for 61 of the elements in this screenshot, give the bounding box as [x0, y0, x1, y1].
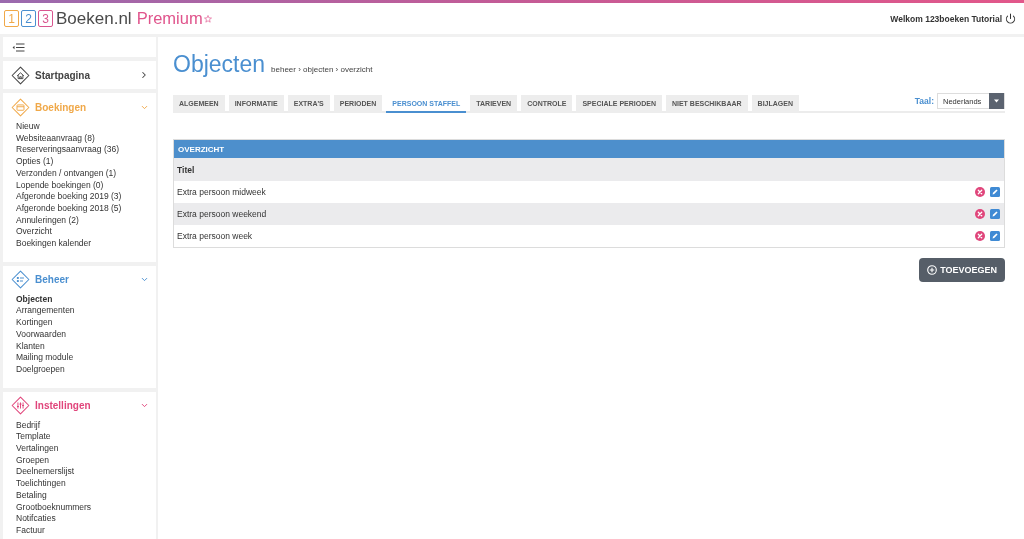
delete-icon[interactable]	[975, 231, 985, 241]
sidebar-item[interactable]: Klanten	[16, 340, 45, 353]
sidebar-item[interactable]: Factuur	[16, 525, 45, 537]
sidebar-item[interactable]: Arrangementen	[16, 305, 75, 318]
logo-digit: 3	[38, 10, 53, 27]
logo-digit: 1	[4, 10, 19, 27]
sidebar-item[interactable]: Vertalingen	[16, 443, 59, 455]
power-icon[interactable]	[1005, 13, 1016, 24]
sliders-icon	[11, 396, 30, 416]
chevron-right-icon[interactable]	[139, 70, 149, 80]
sidebar-item[interactable]: Grootboeknummers	[16, 501, 92, 514]
sidebar-item[interactable]: Groepen	[16, 454, 50, 467]
logo-name: Boeken.nl	[56, 8, 132, 29]
menu-icon[interactable]	[12, 42, 25, 52]
sidebar-item[interactable]: Afgeronde boeking 2019 (3)	[16, 191, 122, 203]
calendar-icon	[11, 97, 30, 117]
welcome-text: Welkom 123boeken Tutorial	[890, 13, 1002, 24]
plus-circle-icon	[927, 265, 938, 275]
language-label: Taal:	[914, 96, 934, 106]
list-icon	[11, 270, 30, 290]
edition-label: Premium	[136, 9, 203, 28]
edit-icon[interactable]	[990, 231, 1000, 241]
panel-title: OVERZICHT	[174, 140, 1004, 158]
edit-icon[interactable]	[990, 209, 1000, 219]
sidebar-item[interactable]: Overzicht	[16, 226, 52, 239]
sidebar-item[interactable]: Deelnemerslijst	[16, 466, 75, 479]
sidebar-item[interactable]: Objecten	[16, 293, 53, 306]
sidebar-item[interactable]: Lopende boekingen (0)	[16, 179, 104, 192]
logo-digit: 2	[21, 10, 36, 27]
sidebar-item[interactable]: Notifcaties	[16, 513, 56, 525]
section-title[interactable]: Instellingen	[35, 400, 91, 412]
section-title[interactable]: Startpagina	[35, 69, 90, 81]
sidebar-item[interactable]: Kortingen	[16, 317, 53, 329]
sidebar-item[interactable]: Bedrijf	[16, 419, 41, 432]
sidebar-item[interactable]: Toelichtingen	[16, 478, 66, 490]
sidebar-item[interactable]: Voorwaarden	[16, 328, 67, 341]
sidebar-item[interactable]: Nieuw	[16, 121, 40, 133]
edit-icon[interactable]	[990, 187, 1000, 197]
column-header: Titel	[174, 158, 1004, 181]
table-cell: Extra persoon week	[177, 231, 253, 241]
add-button[interactable]: TOEVOEGEN	[919, 258, 1005, 282]
sidebar-item[interactable]: Afgeronde boeking 2018 (5)	[16, 202, 122, 215]
sidebar-item[interactable]: Doelgroepen	[16, 363, 65, 376]
sidebar-item[interactable]: Reserveringsaanvraag (36)	[16, 144, 119, 157]
delete-icon[interactable]	[975, 187, 985, 197]
delete-icon[interactable]	[975, 209, 985, 219]
star-icon	[203, 14, 212, 23]
sidebar-item[interactable]: Verzonden / ontvangen (1)	[16, 167, 117, 180]
breadcrumb: beheer › objecten › overzicht	[271, 65, 373, 74]
table-cell: Extra persoon weekend	[177, 209, 267, 219]
sidebar-item[interactable]: Betaling	[16, 489, 47, 502]
sidebar-item[interactable]: Mailing module	[16, 352, 74, 364]
sidebar-item[interactable]: Template	[16, 431, 51, 444]
sidebar-item[interactable]: Annuleringen (2)	[16, 214, 79, 227]
caret-icon	[989, 93, 1004, 109]
house-icon	[11, 65, 30, 85]
page-title: Objecten	[173, 50, 266, 79]
sidebar-item[interactable]: Boekingen kalender	[16, 238, 92, 250]
sidebar-item[interactable]: Opties (1)	[16, 156, 54, 168]
sidebar-item[interactable]: Websiteaanvraag (8)	[16, 132, 95, 145]
table-cell: Extra persoon midweek	[177, 187, 266, 197]
